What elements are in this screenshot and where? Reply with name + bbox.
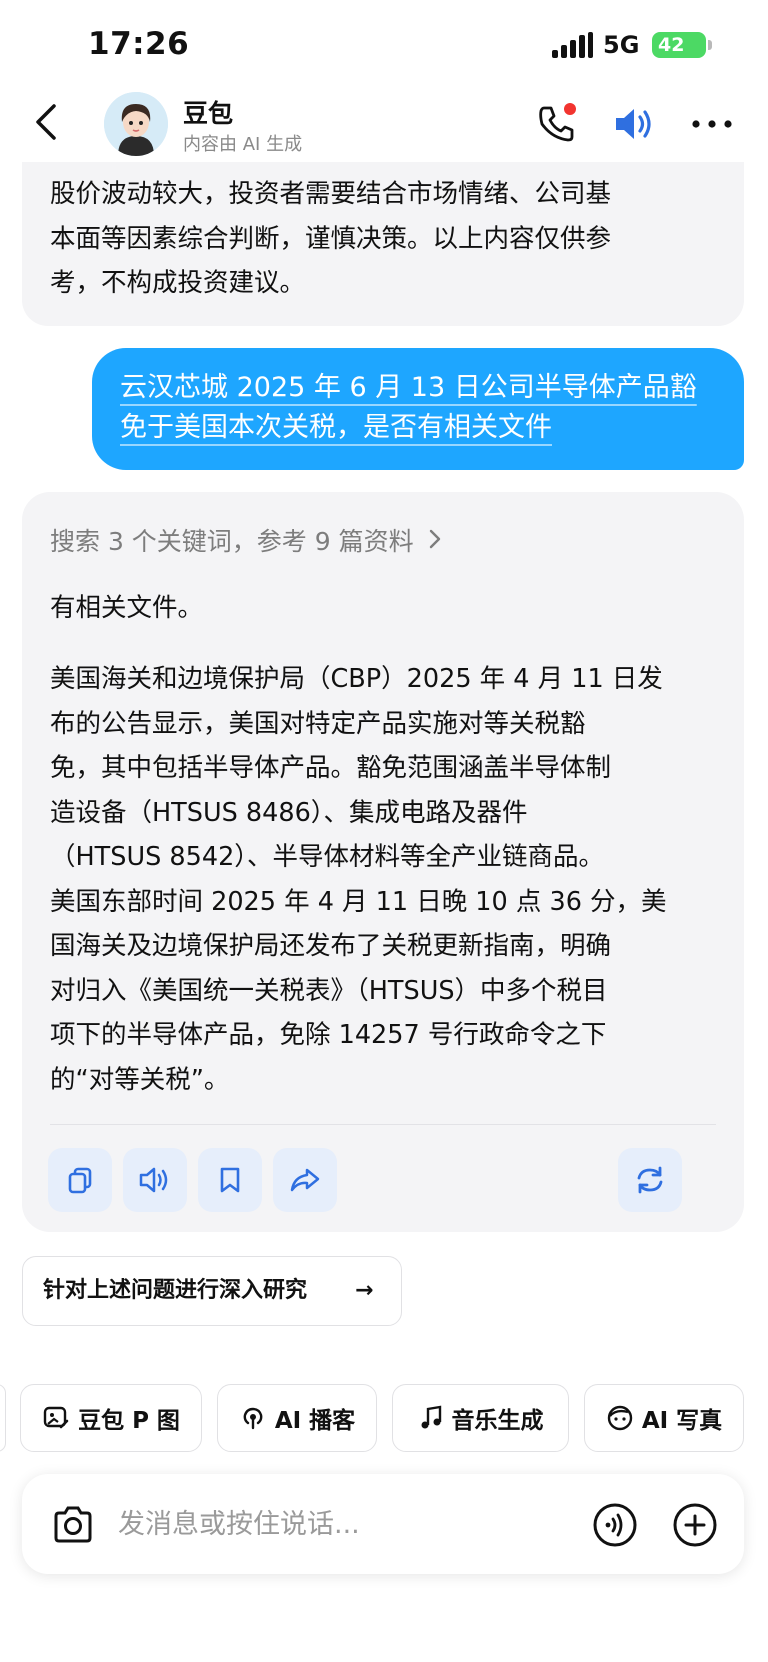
chip-label: AI 写真: [641, 1408, 723, 1434]
podcast-icon: [243, 1407, 263, 1430]
face-icon: [607, 1405, 633, 1431]
text-line: 项下的半导体产品，免除 14257 号行政命令之下: [50, 1020, 607, 1050]
chip-label: AI 播客: [274, 1408, 356, 1434]
user-message-bubble[interactable]: 云汉芯城 2025 年 6 月 13 日公司半导体产品豁 免于美国本次关税，是否…: [92, 348, 744, 470]
text-line: 对归入《美国统一关税表》（HTSUS）中多个税目: [50, 975, 608, 1006]
battery-indicator: 42: [652, 32, 706, 58]
text-line: 国海关及边境保护局还发布了关税更新指南，明确: [50, 931, 612, 961]
speaker-icon[interactable]: [612, 102, 658, 146]
text-line: 布的公告显示，美国对特定产品实施对等关税豁: [50, 708, 586, 739]
text-line: 美国东部时间 2025 年 4 月 11 日晚 10 点 36 分，美: [50, 886, 667, 917]
more-options-icon[interactable]: [690, 106, 734, 142]
voice-input-icon[interactable]: [592, 1502, 638, 1548]
text-line: 造设备（HTSUS 8486）、集成电路及器件: [50, 797, 528, 828]
text-line: 云汉芯城 2025 年 6 月 13 日公司半导体产品豁: [120, 372, 697, 403]
divider: [50, 1124, 716, 1125]
text-line: 本面等因素综合判断，谨慎决策。以上内容仅供参: [50, 223, 612, 254]
plus-icon[interactable]: [672, 1502, 718, 1548]
copy-icon: [68, 1167, 92, 1194]
quick-action-chips: 豆包 P 图 AI 播客 音乐生成 AI 写真: [0, 1384, 768, 1454]
copy-button[interactable]: [48, 1148, 112, 1212]
back-arrow-icon[interactable]: [28, 100, 68, 144]
bookmark-button[interactable]: [198, 1148, 262, 1212]
chip-ai-podcast[interactable]: AI 播客: [217, 1384, 377, 1452]
camera-icon[interactable]: [50, 1502, 96, 1548]
bookmark-icon: [220, 1167, 240, 1193]
text-line: 股价波动较大，投资者需要结合市场情绪、公司基: [50, 179, 612, 209]
chip-ai-portrait[interactable]: AI 写真: [584, 1384, 744, 1452]
user-message-text: 云汉芯城 2025 年 6 月 13 日公司半导体产品豁 免于美国本次关税，是否…: [120, 368, 720, 448]
chip-music-generation[interactable]: 音乐生成: [392, 1384, 569, 1452]
refresh-icon: [637, 1166, 663, 1194]
arrow-right-icon: →: [355, 1278, 374, 1303]
chip-label: 豆包 P 图: [78, 1408, 180, 1434]
chip-image-edit[interactable]: 豆包 P 图: [20, 1384, 202, 1452]
text-line: 免于美国本次关税，是否有相关文件: [120, 412, 552, 443]
share-button[interactable]: [273, 1148, 337, 1212]
avatar-face-icon: [104, 92, 168, 156]
chat-title: 豆包: [183, 99, 234, 128]
signal-icon: [552, 32, 593, 58]
battery-tip: [708, 40, 712, 50]
avatar[interactable]: [104, 92, 168, 156]
answer-summary: 有相关文件。: [50, 593, 204, 623]
regenerate-button[interactable]: [618, 1148, 682, 1212]
chip-label: 音乐生成: [451, 1408, 544, 1434]
image-edit-icon: [43, 1406, 69, 1429]
search-references-label: 搜索 3 个关键词，参考 9 篇资料: [50, 527, 414, 556]
message-input-bar: 发消息或按住说话...: [22, 1474, 744, 1574]
answer-body: 美国海关和边境保护局（CBP）2025 年 4 月 11 日发 布的公告显示，美…: [50, 657, 740, 1102]
status-bar: 17:26 5G 42: [0, 0, 768, 90]
status-time: 17:26: [88, 26, 190, 62]
deep-research-button[interactable]: 针对上述问题进行深入研究 →: [22, 1256, 402, 1326]
answer-bubble: 搜索 3 个关键词，参考 9 篇资料 有相关文件。 美国海关和边境保护局（CBP…: [22, 492, 744, 1232]
network-type: 5G: [603, 31, 640, 59]
text-line: 免，其中包括半导体产品。豁免范围涵盖半导体制: [50, 753, 612, 783]
text-line: 考，不构成投资建议。: [50, 268, 306, 298]
music-note-icon: [421, 1405, 441, 1429]
previous-answer-text: 股价波动较大，投资者需要结合市场情绪、公司基 本面等因素综合判断，谨慎决策。以上…: [50, 172, 730, 306]
text-line: 的“对等关税”。: [50, 1064, 230, 1095]
share-arrow-icon: [290, 1168, 320, 1192]
chat-screen: 17:26 5G 42 股价波动较大，投资者需要结合市场情绪、公司基 本面等因素…: [0, 0, 768, 1662]
text-line: 美国海关和边境保护局（CBP）2025 年 4 月 11 日发: [50, 664, 663, 694]
speaker-icon: [139, 1167, 168, 1193]
search-references-link[interactable]: 搜索 3 个关键词，参考 9 篇资料: [50, 522, 442, 558]
chat-header: 豆包 内容由 AI 生成: [0, 90, 768, 162]
chat-subtitle: 内容由 AI 生成: [183, 134, 303, 155]
chip-partial[interactable]: [0, 1384, 6, 1452]
chevron-right-icon: [429, 529, 440, 549]
read-aloud-button[interactable]: [123, 1148, 187, 1212]
text-line: （HTSUS 8542）、半导体材料等全产业链商品。: [50, 842, 605, 872]
battery-level: 42: [658, 34, 685, 56]
message-input[interactable]: 发消息或按住说话...: [118, 1502, 360, 1541]
phone-call-icon[interactable]: [534, 102, 578, 146]
deep-research-label: 针对上述问题进行深入研究: [43, 1278, 308, 1303]
